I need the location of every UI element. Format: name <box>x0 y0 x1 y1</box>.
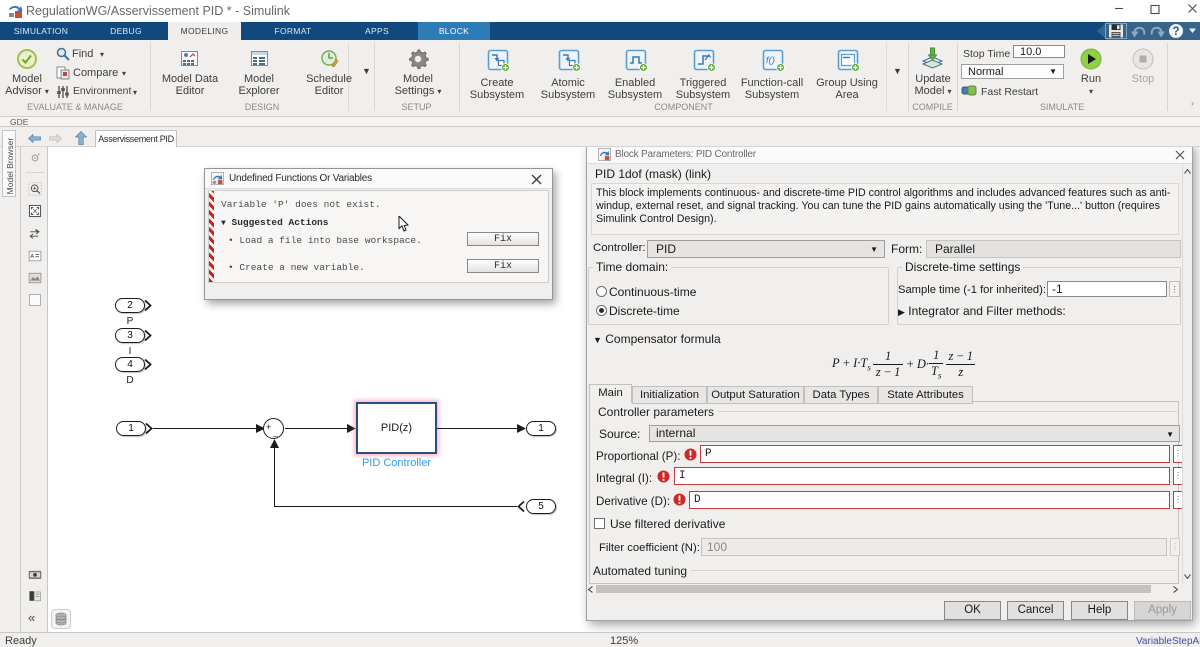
svg-text:?: ? <box>1172 26 1179 38</box>
svg-text:A: A <box>30 254 34 260</box>
svg-text:f(): f() <box>766 55 775 66</box>
